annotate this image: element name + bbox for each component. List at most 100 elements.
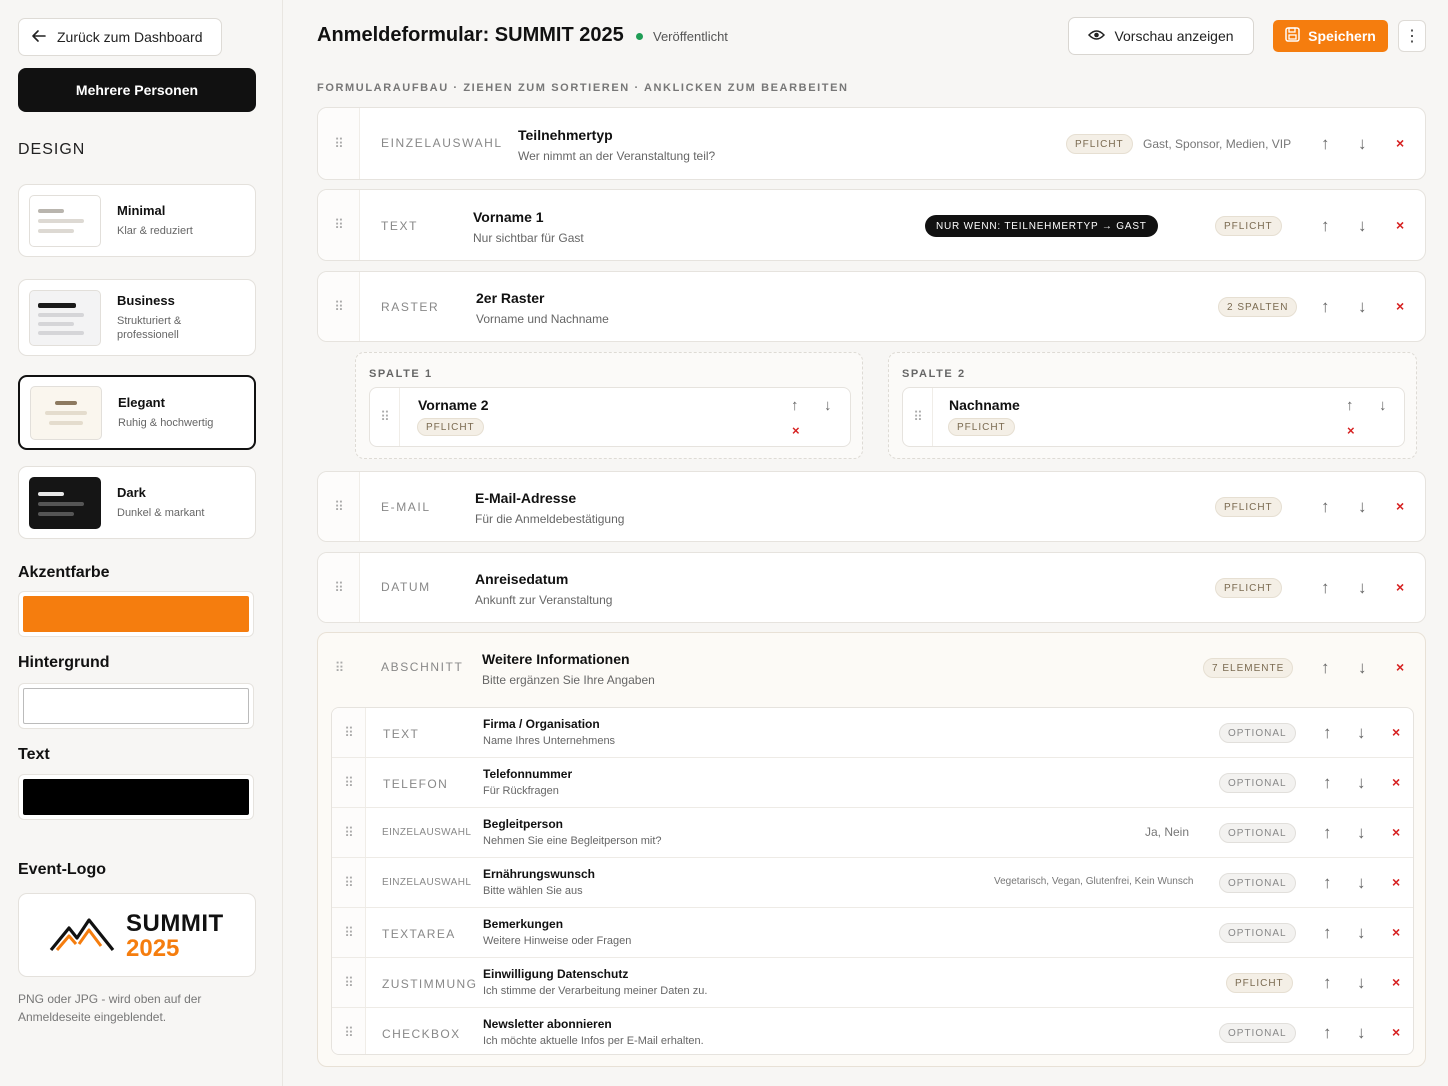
drag-handle-icon[interactable]: ⠿ xyxy=(318,272,360,341)
delete-icon[interactable]: × xyxy=(1392,975,1400,989)
drag-handle-icon[interactable]: ⠿ xyxy=(332,758,366,807)
delete-icon[interactable]: × xyxy=(1396,136,1404,150)
move-up-icon[interactable]: ↑ xyxy=(1323,774,1332,791)
section-item[interactable]: ⠿ EINZELAUSWAHL Ernährungswunsch Bitte w… xyxy=(332,858,1413,908)
section-item[interactable]: ⠿ CHECKBOX Newsletter abonnieren Ich möc… xyxy=(332,1008,1413,1054)
section-title: Weitere Informationen xyxy=(482,651,630,667)
move-down-icon[interactable]: ↓ xyxy=(1358,298,1367,315)
delete-icon[interactable]: × xyxy=(1396,299,1404,313)
theme-option-minimal[interactable]: Minimal Klar & reduziert xyxy=(18,184,256,257)
move-up-icon[interactable]: ↑ xyxy=(1321,135,1330,152)
text-color-label: Text xyxy=(18,746,50,763)
drag-handle-icon[interactable]: ⠿ xyxy=(318,553,360,622)
move-down-icon[interactable]: ↓ xyxy=(1358,498,1367,515)
move-up-icon[interactable]: ↑ xyxy=(1323,924,1332,941)
drag-handle-icon[interactable]: ⠿ xyxy=(332,708,366,757)
delete-icon[interactable]: × xyxy=(1392,875,1400,889)
delete-icon[interactable]: × xyxy=(1392,725,1400,739)
drag-handle-icon[interactable]: ⠿ xyxy=(332,808,366,857)
section-card[interactable]: ⠿ ABSCHNITT Weitere Informationen Bitte … xyxy=(317,632,1426,1067)
move-down-icon[interactable]: ↓ xyxy=(824,398,832,413)
column-label: SPALTE 1 xyxy=(369,368,433,380)
move-down-icon[interactable]: ↓ xyxy=(1357,974,1366,991)
move-up-icon[interactable]: ↑ xyxy=(1321,659,1330,676)
move-down-icon[interactable]: ↓ xyxy=(1357,1024,1366,1041)
move-up-icon[interactable]: ↑ xyxy=(1323,724,1332,741)
more-options-button[interactable]: ⋮ xyxy=(1398,20,1426,52)
move-up-icon[interactable]: ↑ xyxy=(1323,1024,1332,1041)
background-color-picker[interactable] xyxy=(18,683,254,729)
eye-icon xyxy=(1088,28,1106,44)
text-color-picker[interactable] xyxy=(18,774,254,820)
drag-handle-icon[interactable]: ⠿ xyxy=(903,388,933,446)
drag-handle-icon[interactable]: ⠿ xyxy=(318,190,360,260)
move-down-icon[interactable]: ↓ xyxy=(1358,659,1367,676)
field-title: Newsletter abonnieren xyxy=(483,1017,612,1031)
theme-option-elegant[interactable]: Elegant Ruhig & hochwertig xyxy=(18,375,256,450)
delete-icon[interactable]: × xyxy=(1392,775,1400,789)
move-down-icon[interactable]: ↓ xyxy=(1357,724,1366,741)
drag-handle-icon[interactable]: ⠿ xyxy=(318,633,360,703)
drag-handle-icon[interactable]: ⠿ xyxy=(332,1008,366,1054)
move-down-icon[interactable]: ↓ xyxy=(1357,824,1366,841)
grid-column-1: SPALTE 1 ⠿ Vorname 2 PFLICHT ↑ ↓ × xyxy=(355,352,863,459)
move-up-icon[interactable]: ↑ xyxy=(791,398,799,413)
section-item[interactable]: ⠿ ZUSTIMMUNG Einwilligung Datenschutz Ic… xyxy=(332,958,1413,1008)
field-card[interactable]: ⠿ E-MAIL E-Mail-Adresse Für die Anmeldeb… xyxy=(317,471,1426,542)
column-field-card[interactable]: ⠿ Nachname PFLICHT ↑ ↓ × xyxy=(902,387,1405,447)
move-down-icon[interactable]: ↓ xyxy=(1358,579,1367,596)
move-up-icon[interactable]: ↑ xyxy=(1323,974,1332,991)
drag-handle-icon[interactable]: ⠿ xyxy=(332,858,366,907)
section-item[interactable]: ⠿ TELEFON Telefonnummer Für Rückfragen O… xyxy=(332,758,1413,808)
move-up-icon[interactable]: ↑ xyxy=(1321,298,1330,315)
design-sidebar: Zurück zum Dashboard Mehrere Personen DE… xyxy=(0,0,283,1086)
delete-icon[interactable]: × xyxy=(1396,499,1404,513)
move-down-icon[interactable]: ↓ xyxy=(1358,217,1367,234)
drag-handle-icon[interactable]: ⠿ xyxy=(318,108,360,179)
logo-text-year: 2025 xyxy=(126,935,180,962)
drag-handle-icon[interactable]: ⠿ xyxy=(370,388,400,446)
move-up-icon[interactable]: ↑ xyxy=(1321,217,1330,234)
move-up-icon[interactable]: ↑ xyxy=(1323,874,1332,891)
move-down-icon[interactable]: ↓ xyxy=(1357,874,1366,891)
save-button[interactable]: Speichern xyxy=(1273,20,1388,52)
theme-option-dark[interactable]: Dark Dunkel & markant xyxy=(18,466,256,539)
move-down-icon[interactable]: ↓ xyxy=(1357,774,1366,791)
move-up-icon[interactable]: ↑ xyxy=(1321,498,1330,515)
required-badge: PFLICHT xyxy=(1066,134,1133,154)
delete-icon[interactable]: × xyxy=(792,424,800,437)
field-card[interactable]: ⠿ EINZELAUSWAHL Teilnehmertyp Wer nimmt … xyxy=(317,107,1426,180)
theme-option-business[interactable]: Business Strukturiert & professionell xyxy=(18,279,256,356)
section-item[interactable]: ⠿ EINZELAUSWAHL Begleitperson Nehmen Sie… xyxy=(332,808,1413,858)
drag-handle-icon[interactable]: ⠿ xyxy=(332,958,366,1007)
column-field-card[interactable]: ⠿ Vorname 2 PFLICHT ↑ ↓ × xyxy=(369,387,851,447)
delete-icon[interactable]: × xyxy=(1347,424,1355,437)
delete-icon[interactable]: × xyxy=(1392,925,1400,939)
preview-button[interactable]: Vorschau anzeigen xyxy=(1068,17,1254,55)
event-logo-upload[interactable]: SUMMIT 2025 xyxy=(18,893,256,977)
move-up-icon[interactable]: ↑ xyxy=(1323,824,1332,841)
grid-field-card[interactable]: ⠿ RASTER 2er Raster Vorname und Nachname… xyxy=(317,271,1426,342)
delete-icon[interactable]: × xyxy=(1392,1025,1400,1039)
move-down-icon[interactable]: ↓ xyxy=(1379,398,1387,413)
delete-icon[interactable]: × xyxy=(1396,580,1404,594)
section-item[interactable]: ⠿ TEXTAREA Bemerkungen Weitere Hinweise … xyxy=(332,908,1413,958)
element-count-badge: 7 ELEMENTE xyxy=(1203,658,1294,678)
field-card[interactable]: ⠿ DATUM Anreisedatum Ankunft zur Veranst… xyxy=(317,552,1426,623)
section-item[interactable]: ⠿ TEXT Firma / Organisation Name Ihres U… xyxy=(332,708,1413,758)
delete-icon[interactable]: × xyxy=(1396,218,1404,232)
drag-handle-icon[interactable]: ⠿ xyxy=(318,472,360,541)
delete-icon[interactable]: × xyxy=(1396,660,1404,674)
accent-color-picker[interactable] xyxy=(18,591,254,637)
move-up-icon[interactable]: ↑ xyxy=(1321,579,1330,596)
move-up-icon[interactable]: ↑ xyxy=(1346,398,1354,413)
drag-handle-icon[interactable]: ⠿ xyxy=(332,908,366,957)
move-down-icon[interactable]: ↓ xyxy=(1358,135,1367,152)
multiple-persons-button[interactable]: Mehrere Personen xyxy=(18,68,256,112)
field-card[interactable]: ⠿ TEXT Vorname 1 Nur sichtbar für Gast N… xyxy=(317,189,1426,261)
back-to-dashboard-button[interactable]: Zurück zum Dashboard xyxy=(18,18,222,56)
delete-icon[interactable]: × xyxy=(1392,825,1400,839)
field-title: Vorname 1 xyxy=(473,209,544,225)
field-title: Begleitperson xyxy=(483,817,564,831)
move-down-icon[interactable]: ↓ xyxy=(1357,924,1366,941)
